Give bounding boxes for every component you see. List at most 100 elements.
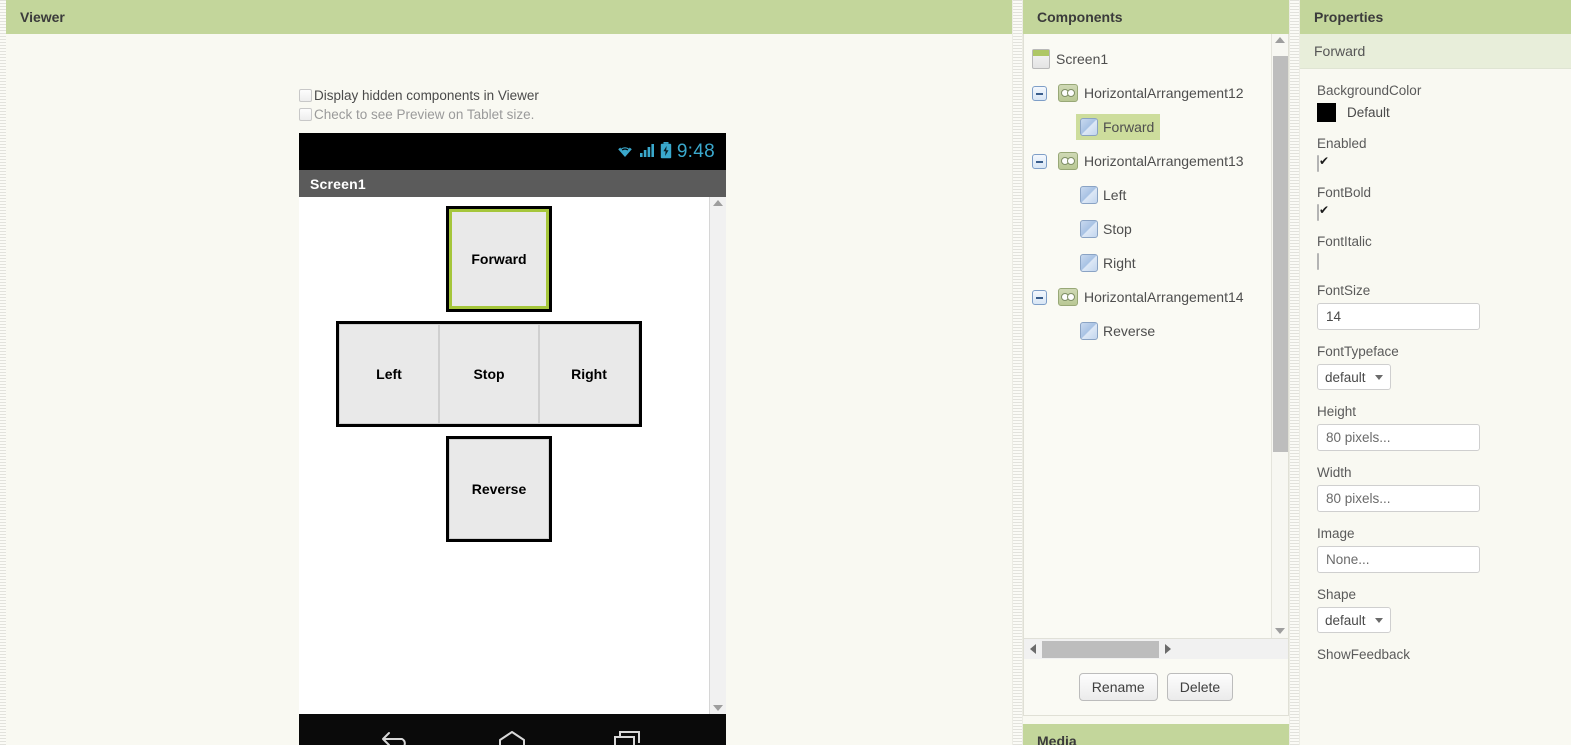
scroll-right-icon[interactable]: [1165, 644, 1171, 655]
components-tree-wrap: Screen1 HorizontalArrangement12 Forward: [1024, 34, 1288, 639]
arrangement-icon: [1058, 152, 1078, 171]
tree-item-reverse[interactable]: Reverse: [1032, 314, 1271, 348]
color-picker-row[interactable]: Default: [1317, 103, 1554, 123]
chevron-down-icon: [1374, 617, 1383, 623]
back-icon[interactable]: [380, 729, 414, 745]
tree-item-label: Screen1: [1056, 51, 1109, 68]
property-label: ShowFeedback: [1317, 647, 1411, 663]
properties-selected-component: Forward: [1300, 34, 1571, 70]
properties-list: BackgroundColor Default Enabled FontBold…: [1300, 69, 1571, 745]
property-label: Image: [1317, 526, 1355, 542]
tree-item-label: Left: [1103, 187, 1127, 204]
scroll-up-icon[interactable]: [713, 200, 723, 207]
shape-select[interactable]: default: [1317, 607, 1391, 634]
tree-item-screen1[interactable]: Screen1: [1032, 42, 1271, 76]
tree-item-right[interactable]: Right: [1032, 246, 1271, 280]
fontitalic-checkbox[interactable]: [1317, 253, 1319, 271]
horizontal-arrangement-13[interactable]: Left Stop Right: [336, 321, 642, 428]
phone-screen-area: Forward Left Stop Right Reverse: [299, 197, 726, 715]
delete-button[interactable]: Delete: [1166, 673, 1234, 702]
properties-panel-title: Properties: [1300, 0, 1571, 35]
components-tree[interactable]: Screen1 HorizontalArrangement12 Forward: [1024, 34, 1271, 638]
components-panel: Components Screen1 HorizontalArrangement…: [1023, 0, 1289, 745]
left-button[interactable]: Left: [339, 324, 439, 425]
stop-button[interactable]: Stop: [439, 324, 539, 425]
components-properties-splitter[interactable]: [1289, 0, 1300, 745]
tablet-preview-row[interactable]: Check to see Preview on Tablet size.: [299, 106, 819, 123]
button-icon: [1080, 220, 1098, 239]
property-label: FontSize: [1317, 283, 1371, 299]
reverse-button[interactable]: Reverse: [449, 439, 549, 540]
scroll-thumb[interactable]: [1273, 56, 1288, 453]
phone-screen-title: Screen1: [299, 170, 726, 198]
scroll-left-icon[interactable]: [1030, 644, 1036, 655]
tree-item-left[interactable]: Left: [1032, 178, 1271, 212]
tree-item-stop[interactable]: Stop: [1032, 212, 1271, 246]
components-actions: Rename Delete: [1024, 659, 1288, 715]
tree-item-label: Reverse: [1103, 323, 1156, 340]
display-hidden-components-checkbox[interactable]: [299, 89, 312, 103]
scroll-down-icon[interactable]: [1275, 628, 1285, 635]
property-label: FontItalic: [1317, 234, 1372, 250]
properties-panel: Properties Forward BackgroundColor Defau…: [1300, 0, 1571, 745]
image-input[interactable]: None...: [1317, 546, 1480, 574]
tablet-preview-checkbox[interactable]: [299, 108, 312, 122]
fontsize-input[interactable]: 14: [1317, 303, 1480, 331]
collapse-toggle-icon[interactable]: [1032, 85, 1047, 101]
h-scroll-thumb[interactable]: [1042, 640, 1159, 658]
scroll-down-icon[interactable]: [713, 705, 723, 712]
viewer-panel: Viewer Display hidden components in View…: [6, 0, 1012, 745]
rename-button[interactable]: Rename: [1078, 673, 1158, 702]
tree-item-label: Forward: [1103, 119, 1155, 136]
tree-item-horizontalarrangement12[interactable]: HorizontalArrangement12: [1032, 76, 1271, 110]
phone-vertical-scrollbar[interactable]: [709, 197, 726, 715]
display-hidden-components-row[interactable]: Display hidden components in Viewer: [299, 87, 819, 104]
horizontal-arrangement-14[interactable]: Reverse: [446, 436, 552, 543]
horizontal-arrangement-12[interactable]: Forward: [446, 206, 552, 313]
property-backgroundcolor: BackgroundColor Default: [1317, 83, 1554, 123]
viewer-components-splitter[interactable]: [1012, 0, 1023, 745]
design-canvas[interactable]: Forward Left Stop Right Reverse: [299, 197, 709, 715]
button-icon: [1080, 322, 1098, 341]
screen-icon: [1032, 49, 1050, 70]
collapse-toggle-icon[interactable]: [1032, 289, 1047, 305]
enabled-checkbox[interactable]: [1317, 155, 1319, 173]
tree-item-horizontalarrangement14[interactable]: HorizontalArrangement14: [1032, 280, 1271, 314]
fontbold-checkbox[interactable]: [1317, 204, 1319, 222]
tree-item-label: Stop: [1103, 221, 1132, 238]
components-box: Screen1 HorizontalArrangement12 Forward: [1023, 34, 1289, 717]
forward-button[interactable]: Forward: [449, 209, 549, 310]
collapse-toggle-icon[interactable]: [1032, 153, 1047, 169]
property-label: Enabled: [1317, 136, 1367, 152]
tree-item-label: HorizontalArrangement12: [1084, 85, 1244, 102]
tree-item-label: HorizontalArrangement14: [1084, 289, 1244, 306]
property-label: Width: [1317, 465, 1352, 481]
color-swatch[interactable]: [1317, 103, 1336, 123]
components-vertical-scrollbar[interactable]: [1271, 34, 1288, 639]
components-horizontal-scrollbar[interactable]: [1024, 638, 1288, 660]
tree-item-label: HorizontalArrangement13: [1084, 153, 1244, 170]
property-width: Width 80 pixels...: [1317, 465, 1554, 513]
home-icon[interactable]: [495, 729, 529, 745]
tree-item-forward[interactable]: Forward: [1032, 110, 1271, 144]
tree-item-horizontalarrangement13[interactable]: HorizontalArrangement13: [1032, 144, 1271, 178]
viewer-options: Display hidden components in Viewer Chec…: [299, 87, 819, 123]
shape-value: default: [1325, 612, 1366, 628]
right-button[interactable]: Right: [539, 324, 639, 425]
phone-status-bar: 9:48: [299, 133, 726, 171]
app-root: Viewer Display hidden components in View…: [0, 0, 1571, 745]
height-input[interactable]: 80 pixels...: [1317, 424, 1480, 452]
button-icon: [1080, 118, 1098, 137]
fonttypeface-select[interactable]: default: [1317, 364, 1391, 391]
recents-icon[interactable]: [611, 729, 645, 745]
media-panel: Media: [1023, 724, 1289, 745]
property-fontitalic: FontItalic: [1317, 234, 1554, 271]
scroll-up-icon[interactable]: [1275, 37, 1285, 44]
tree-item-selected-wrap[interactable]: Forward: [1076, 114, 1161, 141]
battery-icon: [660, 141, 672, 162]
width-input[interactable]: 80 pixels...: [1317, 485, 1480, 513]
property-label: BackgroundColor: [1317, 83, 1422, 99]
property-image: Image None...: [1317, 526, 1554, 574]
signal-icon: [639, 142, 655, 161]
components-panel-title: Components: [1023, 0, 1289, 35]
